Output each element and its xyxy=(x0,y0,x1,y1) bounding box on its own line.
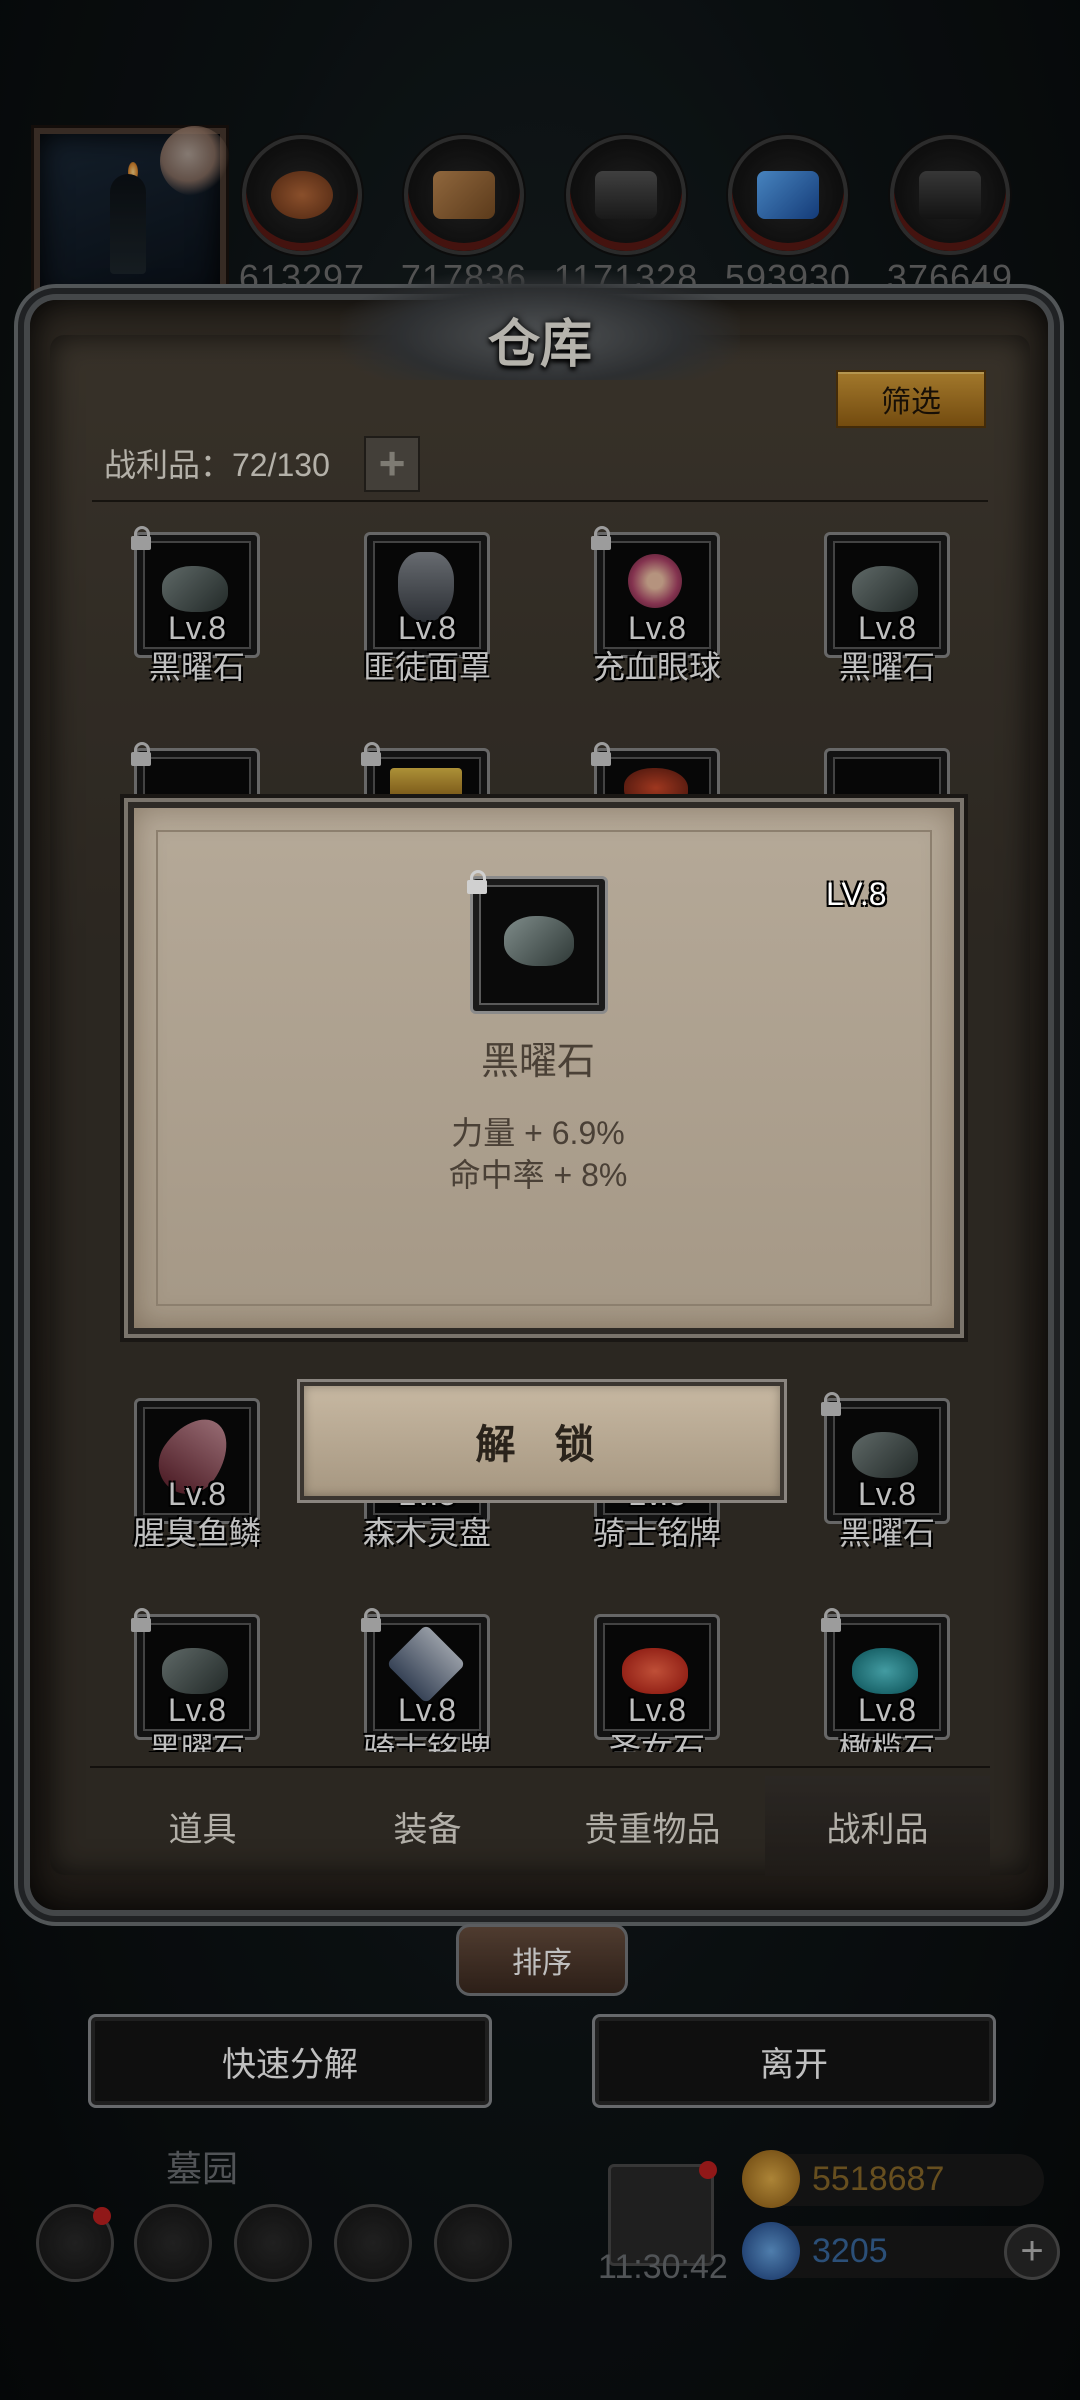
unlock-button[interactable]: 解 锁 xyxy=(300,1382,784,1500)
popup-level: LV.8 xyxy=(826,876,887,912)
popup-stat-strength: 力量 + 6.9% xyxy=(451,1115,625,1151)
obsidian-icon xyxy=(504,916,574,966)
popup-stat-accuracy: 命中率 + 8% xyxy=(448,1157,628,1193)
lock-icon xyxy=(466,870,488,894)
popup-item-icon xyxy=(467,870,608,1014)
popup-item-name: 黑曜石 xyxy=(480,1041,595,1083)
